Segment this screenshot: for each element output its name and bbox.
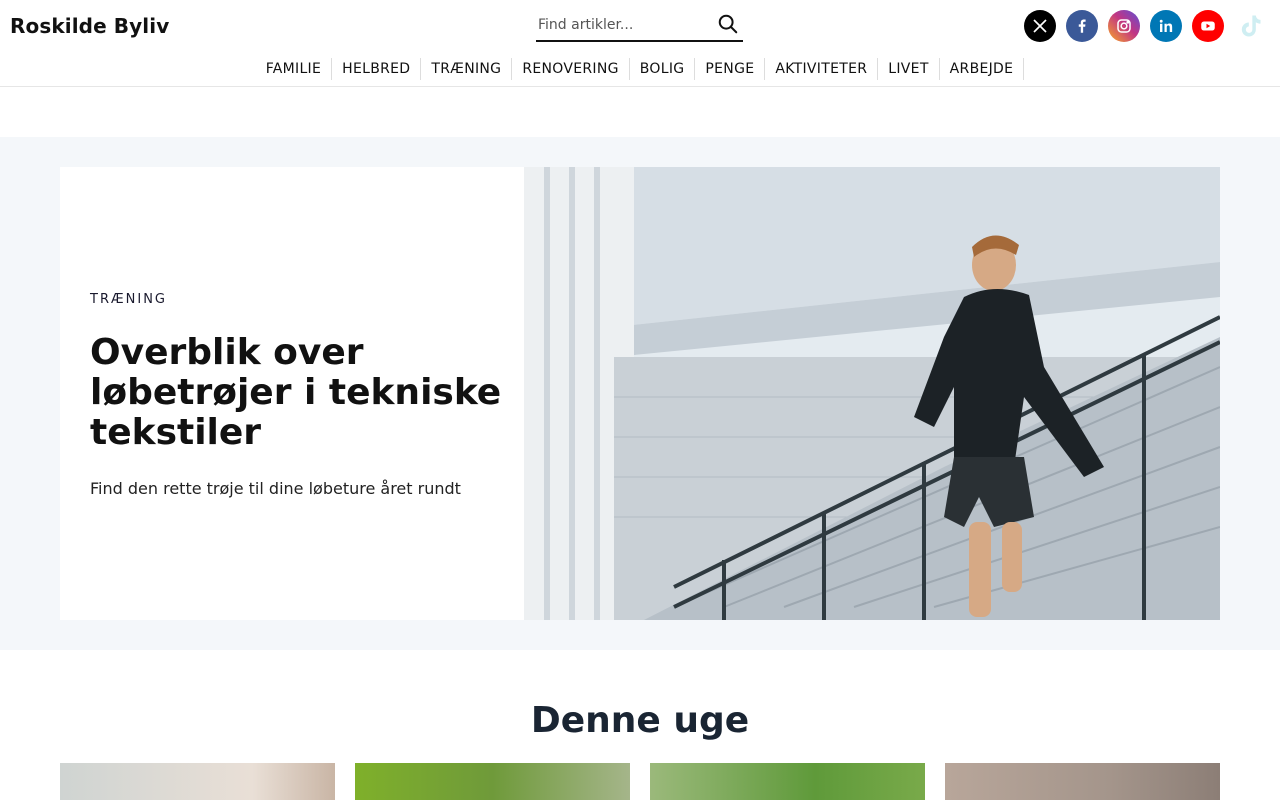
article-card[interactable] [355, 763, 630, 800]
search-icon[interactable] [717, 13, 739, 35]
hero-image[interactable] [524, 167, 1220, 620]
hero-text-panel[interactable]: TRÆNING Overblik over løbetrøjer i tekni… [60, 167, 524, 620]
article-card[interactable] [650, 763, 925, 800]
article-cards [60, 763, 1220, 800]
hero-subtitle: Find den rette trøje til dine løbeture å… [90, 479, 461, 498]
nav-item-livet[interactable]: LIVET [878, 58, 940, 80]
nav-item-renovering[interactable]: RENOVERING [512, 58, 630, 80]
site-logo[interactable]: Roskilde Byliv [10, 14, 169, 38]
instagram-icon[interactable] [1108, 10, 1140, 42]
article-card[interactable] [945, 763, 1220, 800]
social-links [1024, 10, 1266, 42]
nav-item-arbejde[interactable]: ARBEJDE [940, 58, 1025, 80]
nav-item-aktiviteter[interactable]: AKTIVITETER [765, 58, 879, 80]
tiktok-icon[interactable] [1234, 10, 1266, 42]
section-title: Denne uge [530, 700, 750, 741]
nav-item-traening[interactable]: TRÆNING [421, 58, 513, 80]
facebook-icon[interactable] [1066, 10, 1098, 42]
nav-item-familie[interactable]: FAMILIE [256, 58, 333, 80]
main-nav: FAMILIE HELBRED TRÆNING RENOVERING BOLIG… [0, 58, 1280, 80]
nav-item-helbred[interactable]: HELBRED [332, 58, 422, 80]
linkedin-icon[interactable] [1150, 10, 1182, 42]
youtube-icon[interactable] [1192, 10, 1224, 42]
site-header: Roskilde Byliv FAMILIE HELBRED TRÆNING [0, 0, 1280, 87]
hero-category[interactable]: TRÆNING [90, 292, 167, 307]
article-card[interactable] [60, 763, 335, 800]
search-input[interactable] [538, 14, 708, 36]
nav-item-bolig[interactable]: BOLIG [630, 58, 696, 80]
hero-title[interactable]: Overblik over løbetrøjer i tekniske teks… [90, 333, 510, 453]
search-bar [536, 10, 743, 42]
x-icon[interactable] [1024, 10, 1056, 42]
nav-item-penge[interactable]: PENGE [695, 58, 766, 80]
hero-photo [524, 167, 1220, 620]
